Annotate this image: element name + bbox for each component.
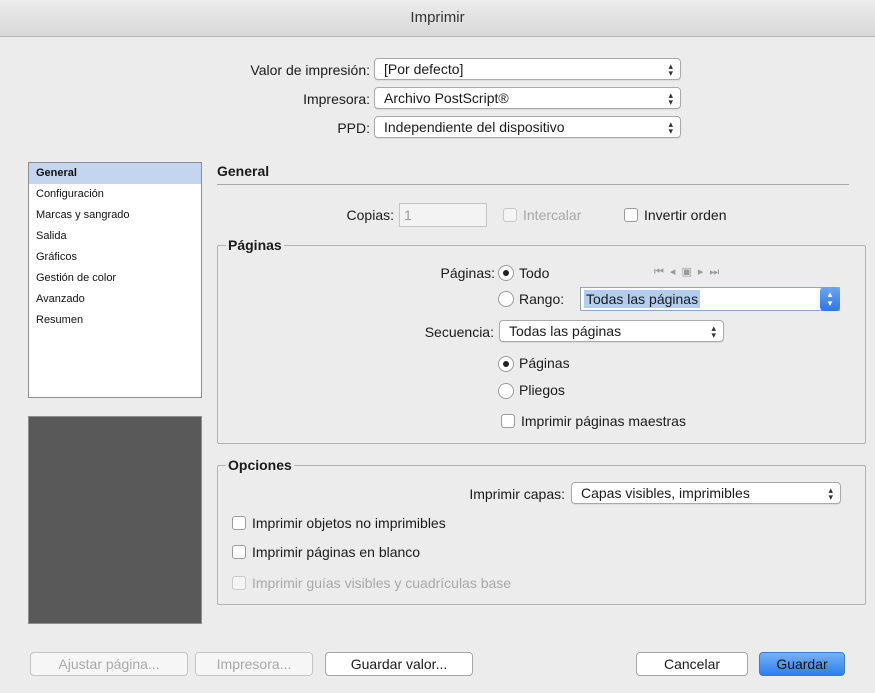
sidebar-item-graficos[interactable]: Gráficos [29,247,201,268]
print-layers-select[interactable]: Capas visibles, imprimibles ▴ ▾ [571,482,841,504]
prev-page-icon[interactable]: ◂ [670,266,682,278]
spreads-radio-label: Pliegos [519,382,565,398]
ppd-select[interactable]: Independiente del dispositivo ▴ ▾ [374,116,681,138]
printer-value: Archivo PostScript® [384,90,509,106]
range-combo[interactable]: Todas las páginas ▴ ▾ [580,287,840,311]
master-pages-label: Imprimir páginas maestras [521,413,686,429]
all-pages-label: Todo [519,265,550,281]
pages-label: Páginas: [440,265,495,281]
last-page-icon[interactable]: ⏭ [709,266,725,278]
preset-value: [Por defecto] [384,61,464,77]
sidebar-item-salida[interactable]: Salida [29,226,201,247]
section-divider [217,184,849,185]
printer-select[interactable]: Archivo PostScript® ▴ ▾ [374,87,681,109]
pages-radio-label: Páginas [519,355,570,371]
sidebar-item-resumen[interactable]: Resumen [29,310,201,331]
preset-select[interactable]: [Por defecto] ▴ ▾ [374,58,681,80]
copies-label: Copias: [346,207,394,223]
sidebar-item-avanzado[interactable]: Avanzado [29,289,201,310]
updown-arrows-icon: ▴ ▾ [711,323,716,340]
guides-checkbox[interactable] [232,576,246,590]
page-preview [28,416,202,624]
all-pages-radio[interactable] [498,265,514,281]
next-page-icon[interactable]: ▸ [698,266,710,278]
master-pages-checkbox[interactable] [501,414,515,428]
updown-arrows-icon: ▴ ▾ [828,485,833,502]
range-label: Rango: [519,291,565,307]
pages-radio[interactable] [498,356,514,372]
range-radio[interactable] [498,291,514,307]
copies-field[interactable]: 1 [399,203,487,227]
range-value: Todas las páginas [584,290,701,308]
combo-arrows-icon[interactable]: ▴ ▾ [820,287,840,311]
updown-arrows-icon: ▴ ▾ [668,119,673,136]
save-preset-button[interactable]: Guardar valor... [325,652,473,676]
sidebar-item-general[interactable]: General [29,163,201,184]
reverse-order-label: Invertir orden [644,207,727,223]
category-list: General Configuración Marcas y sangrado … [28,162,202,398]
print-layers-value: Capas visibles, imprimibles [581,485,750,501]
pages-group-title: Páginas [226,237,284,253]
cancel-button[interactable]: Cancelar [636,652,748,676]
blank-pages-label: Imprimir páginas en blanco [252,544,421,560]
nonprinting-objects-checkbox[interactable] [232,516,246,530]
sequence-value: Todas las páginas [509,323,622,339]
sidebar-item-gestion-color[interactable]: Gestión de color [29,268,201,289]
page-nav: ⏮◂▣▸⏭ [654,265,725,279]
blank-pages-checkbox[interactable] [232,545,246,559]
sidebar-item-marcas-sangrado[interactable]: Marcas y sangrado [29,205,201,226]
collate-checkbox[interactable] [503,208,517,222]
save-button[interactable]: Guardar [759,652,845,676]
page-setup-button[interactable]: Ajustar página... [30,652,188,676]
preset-label: Valor de impresión: [250,62,370,78]
printer-button[interactable]: Impresora... [195,652,313,676]
nonprinting-objects-label: Imprimir objetos no imprimibles [252,515,446,531]
updown-arrows-icon: ▴ ▾ [668,61,673,78]
guides-label: Imprimir guías visibles y cuadrículas ba… [252,575,512,591]
reverse-order-checkbox[interactable] [624,208,638,222]
printer-label: Impresora: [303,91,370,107]
sequence-select[interactable]: Todas las páginas ▴ ▾ [499,320,724,342]
spreads-radio[interactable] [498,383,514,399]
first-page-icon[interactable]: ⏮ [654,266,670,278]
ppd-value: Independiente del dispositivo [384,119,565,135]
page-icon[interactable]: ▣ [681,266,697,278]
collate-label: Intercalar [523,207,582,223]
sidebar-item-configuracion[interactable]: Configuración [29,184,201,205]
print-layers-label: Imprimir capas: [469,486,565,502]
window-title: Imprimir [0,0,875,37]
ppd-label: PPD: [337,120,370,136]
section-title: General [217,163,270,179]
sequence-label: Secuencia: [424,324,494,340]
options-group-title: Opciones [226,457,294,473]
updown-arrows-icon: ▴ ▾ [668,90,673,107]
